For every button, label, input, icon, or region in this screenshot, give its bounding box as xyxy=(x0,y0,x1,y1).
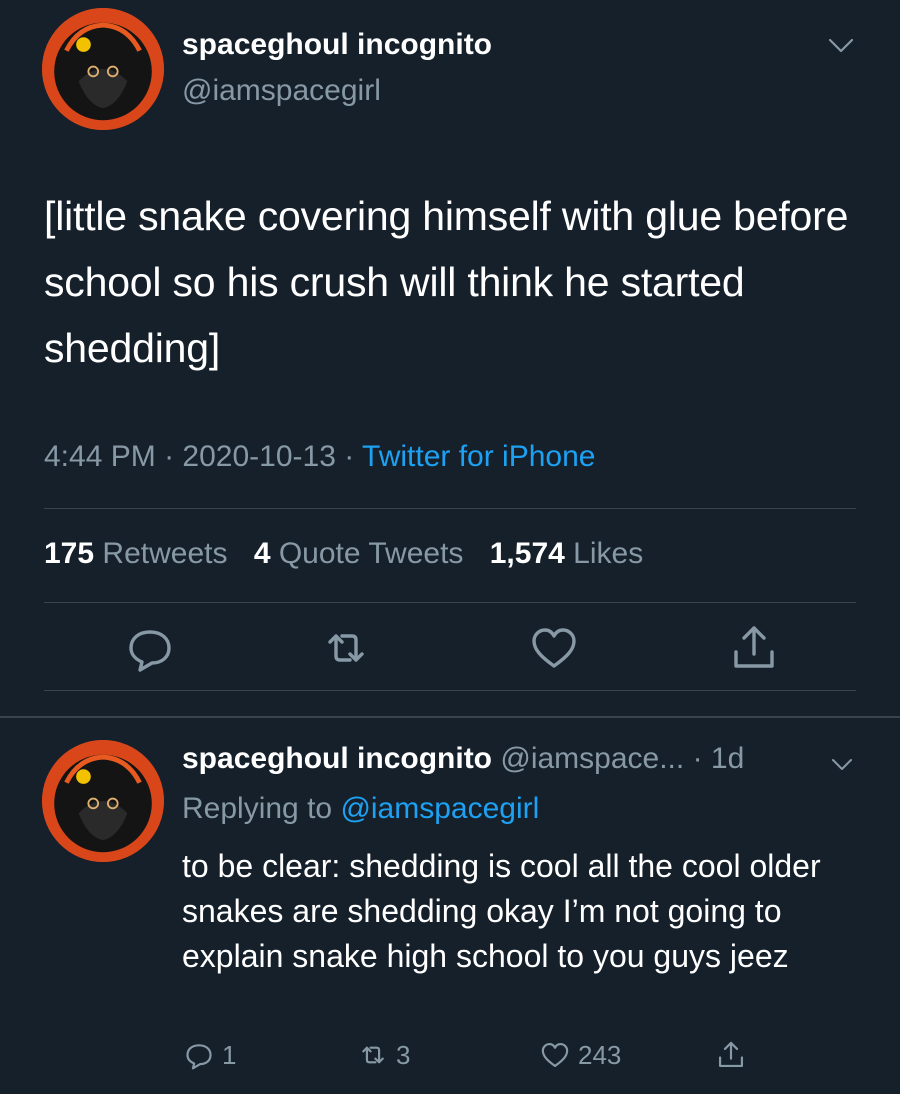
like-button[interactable]: 243 xyxy=(538,1038,621,1072)
tweet-text: [little snake covering himself with glue… xyxy=(44,193,849,371)
tweet-actions xyxy=(0,620,900,680)
avatar[interactable] xyxy=(42,740,164,862)
tweet-date[interactable]: 2020-10-13 xyxy=(182,440,335,473)
retweet-icon[interactable] xyxy=(318,620,374,676)
quotes-label: Quote Tweets xyxy=(278,537,464,570)
section-divider xyxy=(0,716,900,718)
handle[interactable]: @iamspacegirl xyxy=(182,74,381,108)
likes-stat[interactable]: 1,574 Likes xyxy=(490,537,643,570)
reply-icon xyxy=(186,1044,212,1070)
likes-count: 1,574 xyxy=(489,537,565,570)
like-icon[interactable] xyxy=(526,620,582,676)
tweet-age[interactable]: · 1d xyxy=(693,742,745,775)
tweet-stats: 175 Retweets 4 Quote Tweets 1,574 Likes xyxy=(44,537,661,571)
retweets-stat[interactable]: 175 Retweets xyxy=(44,537,227,570)
share-button[interactable] xyxy=(714,1038,748,1072)
quotes-count: 4 xyxy=(253,537,271,570)
reply-count: 1 xyxy=(222,1039,237,1070)
share-icon xyxy=(718,1041,744,1068)
tweet-time[interactable]: 4:44 PM xyxy=(44,440,156,473)
separator: · xyxy=(344,440,355,473)
handle[interactable]: @iamspace... xyxy=(500,742,684,775)
avatar-illustration xyxy=(42,740,164,862)
replying-to: Replying to @iamspacegirl xyxy=(182,792,539,826)
display-name[interactable]: spaceghoul incognito xyxy=(182,742,492,775)
reply-actions: 1 3 243 xyxy=(0,1038,900,1078)
like-icon xyxy=(541,1042,569,1068)
like-count: 243 xyxy=(578,1039,622,1070)
separator: · xyxy=(164,440,175,473)
replying-prefix: Replying to xyxy=(182,792,333,825)
divider xyxy=(44,690,856,691)
retweets-count: 175 xyxy=(44,537,95,570)
likes-label: Likes xyxy=(573,537,644,570)
display-name[interactable]: spaceghoul incognito xyxy=(182,28,492,62)
retweet-button[interactable]: 3 xyxy=(356,1038,410,1072)
retweets-label: Retweets xyxy=(102,537,228,570)
tweet-source[interactable]: Twitter for iPhone xyxy=(362,440,595,473)
divider xyxy=(44,602,856,603)
replying-to-handle[interactable]: @iamspacegirl xyxy=(340,792,539,825)
quotes-stat[interactable]: 4 Quote Tweets xyxy=(254,537,464,570)
tweet-meta: 4:44 PM · 2020-10-13 · Twitter for iPhon… xyxy=(44,440,595,474)
share-icon[interactable] xyxy=(726,620,782,676)
avatar[interactable] xyxy=(42,8,164,130)
chevron-down-icon[interactable] xyxy=(826,34,856,56)
retweet-count: 3 xyxy=(396,1039,411,1070)
chevron-down-icon[interactable] xyxy=(830,755,854,773)
reply-text: to be clear: shedding is cool all the co… xyxy=(182,848,821,974)
retweet-icon xyxy=(362,1046,384,1064)
reply-icon[interactable] xyxy=(122,620,178,676)
divider xyxy=(44,508,856,509)
avatar-illustration xyxy=(42,8,164,130)
reply-header: spaceghoul incognito @iamspace... · 1d xyxy=(182,742,744,776)
reply-button[interactable]: 1 xyxy=(182,1038,236,1072)
